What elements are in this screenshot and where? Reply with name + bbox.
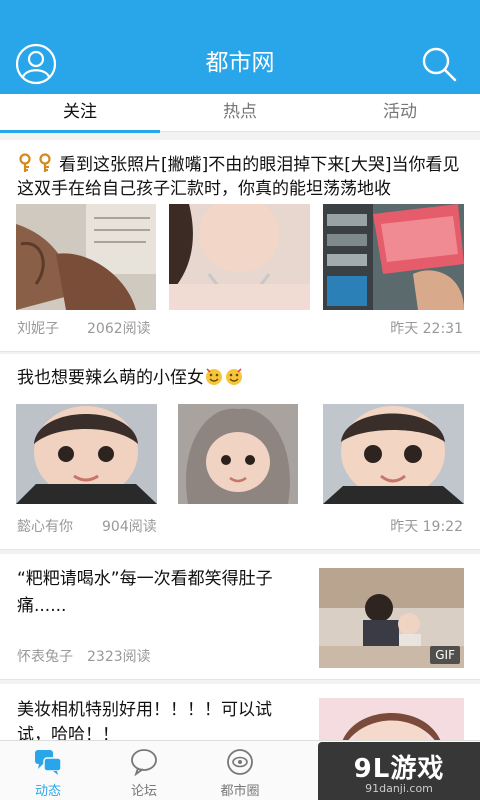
- feed-card[interactable]: 我也想要辣么萌的小侄女 懿心有你 904阅读 昨天 19:22: [0, 354, 480, 550]
- author-name[interactable]: 怀表兔子: [17, 646, 73, 666]
- feed-list: 看到这张照片[撇嘴]不由的眼泪掉下来[大哭]当你看见这双手在给自己孩子汇款时，你…: [0, 132, 480, 740]
- post-time: 昨天 19:22: [390, 519, 463, 535]
- thumbnail-image[interactable]: [178, 404, 298, 504]
- card-title-text: 看到这张照片[撇嘴]不由的眼泪掉下来[大哭]当你看见这双手在给自己孩子汇款时，你…: [17, 155, 460, 199]
- tab-label: 热点: [223, 102, 257, 122]
- card-title: 美妆相机特别好用！！！！可以试试，哈哈！！: [17, 700, 272, 740]
- card-title-text: 我也想要辣么萌的小侄女: [17, 368, 204, 388]
- nav-item-forum[interactable]: 论坛: [96, 741, 192, 800]
- card-title: 我也想要辣么萌的小侄女: [17, 366, 466, 390]
- thumbnail-image[interactable]: [16, 204, 156, 310]
- emoji-icon: [204, 366, 224, 386]
- feed-card[interactable]: 看到这张照片[撇嘴]不由的眼泪掉下来[大哭]当你看见这双手在给自己孩子汇款时，你…: [0, 140, 480, 352]
- tab-label: 关注: [63, 102, 97, 122]
- search-icon[interactable]: [418, 43, 460, 85]
- thumbnail-image[interactable]: [323, 204, 464, 310]
- card-title: 看到这张照片[撇嘴]不由的眼泪掉下来[大哭]当你看见这双手在给自己孩子汇款时，你…: [17, 153, 466, 201]
- watermark-sub: 91danji.com: [365, 782, 433, 795]
- author-name[interactable]: 刘妮子: [17, 318, 59, 338]
- watermark-main: 9L游戏: [353, 754, 445, 784]
- read-count: 2323阅读: [87, 649, 151, 665]
- speech-bubble-icon: [131, 749, 157, 777]
- watermark-logo: 9L游戏 91danji.com: [318, 742, 480, 800]
- tab-hot[interactable]: 热点: [160, 94, 320, 132]
- emoji-icon: [224, 366, 244, 386]
- nav-label: 都市圈: [220, 784, 260, 799]
- tab-bar: 关注 热点 活动: [0, 94, 480, 133]
- gif-badge: GIF: [430, 646, 460, 664]
- chat-bubbles-icon: [35, 750, 62, 775]
- feed-card[interactable]: 美妆相机特别好用！！！！可以试试，哈哈！！: [0, 684, 480, 740]
- post-time: 昨天 22:31: [390, 321, 463, 337]
- card-title: “粑粑请喝水”每一次看都笑得肚子痛......: [17, 569, 273, 616]
- circle-eye-icon: [227, 749, 253, 775]
- key-icon: [37, 153, 59, 173]
- app-header: 都市网: [0, 32, 480, 94]
- status-bar: [0, 0, 480, 32]
- feed-card[interactable]: “粑粑请喝水”每一次看都笑得肚子痛...... 怀表兔子 2323阅读 GIF: [0, 554, 480, 680]
- app-title: 都市网: [205, 50, 275, 76]
- read-count: 2062阅读: [87, 321, 151, 337]
- thumbnail-image[interactable]: [16, 404, 157, 504]
- tab-label: 活动: [383, 102, 417, 122]
- nav-label: 动态: [34, 784, 61, 799]
- thumbnail-image[interactable]: [169, 204, 310, 310]
- read-count: 904阅读: [102, 519, 157, 535]
- tab-activity[interactable]: 活动: [320, 94, 480, 132]
- key-icon: [17, 153, 37, 173]
- tab-follow[interactable]: 关注: [0, 94, 160, 133]
- thumbnail-image[interactable]: GIF: [319, 568, 464, 668]
- nav-label: 论坛: [130, 784, 157, 799]
- nav-item-city-circle[interactable]: 都市圈: [192, 741, 288, 800]
- thumbnail-image[interactable]: [319, 698, 464, 740]
- thumbnail-image[interactable]: [323, 404, 464, 504]
- nav-item-dynamic[interactable]: 动态: [0, 741, 96, 800]
- author-name[interactable]: 懿心有你: [17, 516, 73, 536]
